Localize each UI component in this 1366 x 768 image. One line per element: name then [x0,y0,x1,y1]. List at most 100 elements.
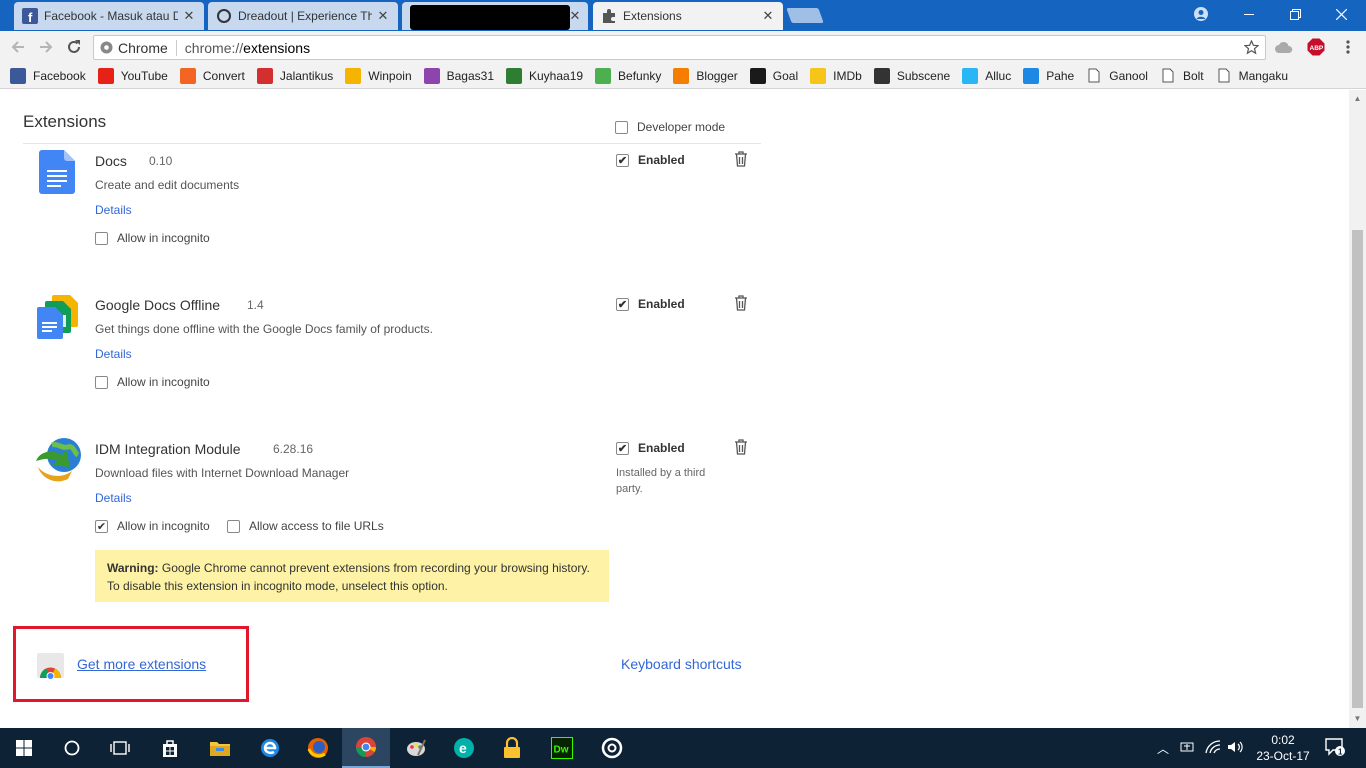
allow-file-urls-toggle[interactable]: Allow access to file URLs [227,519,384,533]
close-icon[interactable]: ✕ [568,9,582,23]
ime-icon[interactable] [1180,740,1194,757]
notification-center-icon[interactable]: 1 [1325,738,1345,759]
scroll-up-icon[interactable]: ▲ [1353,94,1362,103]
forward-button[interactable] [35,36,57,58]
allow-incognito-checkbox[interactable] [95,375,108,389]
paint-icon[interactable] [392,728,440,768]
warning-text: Google Chrome cannot prevent extensions … [107,561,590,593]
notification-count: 1 [1338,748,1343,757]
store-icon[interactable] [146,728,194,768]
allow-incognito-toggle[interactable]: Allow in incognito [95,231,210,245]
bookmark-label: Subscene [896,68,951,83]
address-bar[interactable]: Chrome chrome://extensions [93,35,1266,60]
new-tab-button[interactable] [786,8,824,23]
bookmark-ganool[interactable]: Ganool [1086,68,1148,84]
bookmark-pahe[interactable]: Pahe [1023,67,1074,84]
enabled-checkbox[interactable]: ✔ [616,297,629,311]
trash-icon[interactable] [734,151,748,167]
get-more-extensions-link[interactable]: Get more extensions [77,656,206,672]
wifi-icon[interactable] [1205,740,1221,757]
bookmark-subscene[interactable]: Subscene [873,67,951,84]
allow-incognito-checkbox[interactable]: ✔ [95,519,108,533]
groove-icon[interactable] [588,728,636,768]
idm-icon [36,438,81,482]
allow-incognito-label: Allow in incognito [117,519,210,533]
bookmark-bagas31[interactable]: Bagas31 [423,67,494,84]
bookmark-blogger[interactable]: Blogger [673,67,738,84]
trash-icon[interactable] [734,295,748,311]
enabled-toggle[interactable]: ✔ Enabled [616,297,685,311]
tab-dreadout[interactable]: Dreadout | Experience Th ✕ [208,2,398,30]
close-icon[interactable]: ✕ [376,9,390,23]
close-icon[interactable]: ✕ [761,9,775,23]
bookmark-mangaku[interactable]: Mangaku [1216,68,1288,84]
clock-time: 0:02 [1271,733,1295,747]
bookmark-imdb[interactable]: IMDb [810,67,862,84]
firefox-icon[interactable] [294,728,342,768]
allow-incognito-toggle[interactable]: Allow in incognito [95,375,210,389]
profile-icon[interactable] [1178,0,1224,28]
back-button[interactable] [7,36,29,58]
tab-facebook[interactable]: f Facebook - Masuk atau D ✕ [14,2,204,30]
scroll-down-icon[interactable]: ▼ [1353,714,1362,723]
edge-icon[interactable] [246,728,294,768]
developer-mode-toggle[interactable]: Developer mode [615,120,725,134]
enabled-toggle[interactable]: ✔ Enabled [616,153,685,167]
divider [23,143,761,144]
volume-icon[interactable] [1227,740,1243,757]
reload-button[interactable] [63,36,85,58]
enabled-toggle[interactable]: ✔ Enabled [616,441,685,455]
details-link[interactable]: Details [95,491,132,505]
bookmark-convert[interactable]: Convert [179,67,245,84]
close-icon[interactable]: ✕ [182,9,196,23]
chrome-icon[interactable] [342,728,390,768]
menu-icon[interactable] [1338,37,1358,57]
details-link[interactable]: Details [95,347,132,361]
bookmark-kuyhaa19[interactable]: Kuyhaa19 [506,67,584,84]
star-icon[interactable] [1244,40,1259,55]
winpoin-icon [345,67,362,84]
bookmark-label: Kuyhaa19 [529,68,584,83]
bookmark-label: Blogger [696,68,738,83]
allow-incognito-checkbox[interactable] [95,231,108,245]
close-window-button[interactable] [1318,0,1364,28]
bookmark-bolt[interactable]: Bolt [1160,68,1204,84]
task-view-icon[interactable] [96,728,144,768]
chevron-up-icon[interactable]: ︿ [1157,740,1169,757]
bookmark-goal[interactable]: Goal [749,67,798,84]
keyboard-shortcuts-link[interactable]: Keyboard shortcuts [621,656,742,672]
allow-file-urls-checkbox[interactable] [227,519,240,533]
bookmark-label: Mangaku [1238,68,1288,83]
cortana-icon[interactable] [48,728,96,768]
extension-cloud-icon[interactable] [1274,37,1294,57]
file-explorer-icon[interactable] [196,728,244,768]
bookmark-befunky[interactable]: Befunky [595,67,661,84]
tab-redacted[interactable]: ✕ [402,2,588,30]
bookmark-jalantikus[interactable]: Jalantikus [256,67,334,84]
enabled-checkbox[interactable]: ✔ [616,153,629,167]
bookmark-facebook[interactable]: Facebook [10,67,86,84]
lock-app-icon[interactable] [488,728,536,768]
details-link[interactable]: Details [95,203,132,217]
bookmark-alluc[interactable]: Alluc [962,67,1011,84]
minimize-button[interactable] [1226,0,1272,28]
dreamweaver-icon[interactable]: Dw [538,728,586,768]
chrome-web-store-icon [37,653,64,679]
scroll-thumb[interactable] [1352,230,1363,708]
system-clock[interactable]: 0:02 23-Oct-17 [1248,732,1318,764]
allow-incognito-toggle[interactable]: ✔ Allow in incognito [95,519,210,533]
tab-extensions[interactable]: Extensions ✕ [593,2,783,30]
google-docs-offline-icon [37,295,78,339]
e-app-icon[interactable]: e [440,728,488,768]
extension-item-google-docs-offline: Google Docs Offline 1.4 Get things done … [0,291,780,421]
adblock-plus-icon[interactable]: ABP [1306,37,1326,57]
trash-icon[interactable] [734,439,748,455]
bookmark-youtube[interactable]: YouTube [97,67,168,84]
scrollbar[interactable]: ▲ ▼ [1349,90,1366,728]
developer-mode-checkbox[interactable] [615,120,628,134]
bookmark-label: Jalantikus [279,68,334,83]
start-icon[interactable] [0,728,48,768]
enabled-checkbox[interactable]: ✔ [616,441,629,455]
bookmark-winpoin[interactable]: Winpoin [345,67,412,84]
restore-button[interactable] [1272,0,1318,28]
